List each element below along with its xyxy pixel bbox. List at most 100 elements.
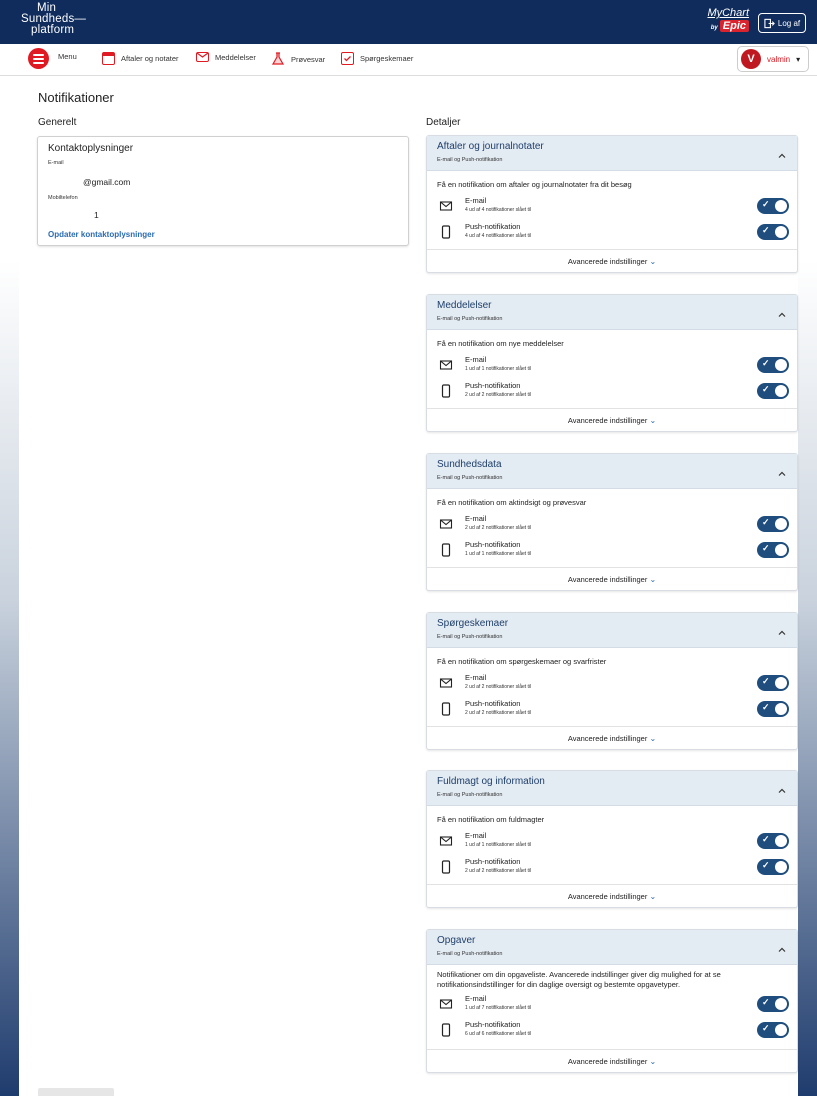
envelope-icon	[439, 517, 453, 531]
nav-item-provesvar[interactable]: Prøvesvar	[271, 52, 325, 66]
push-row-label: Push-notifikation	[465, 857, 521, 866]
advanced-settings-label: Avancerede indstillinger	[567, 892, 648, 901]
email-toggle[interactable]: ✓	[757, 516, 789, 532]
card-header[interactable]: Sundhedsdata E-mail og Push-notifikation	[427, 454, 797, 489]
advanced-settings-button[interactable]: Avancerede indstillinger ⌄	[427, 1049, 797, 1073]
nav-item-label: Aftaler og notater	[121, 54, 179, 63]
envelope-icon	[439, 358, 453, 372]
push-row-count: 2 ud af 2 notifikationer slået til	[465, 868, 532, 874]
advanced-settings-button[interactable]: Avancerede indstillinger ⌄	[427, 408, 797, 432]
email-value: @gmail.com	[83, 177, 131, 187]
check-icon: ✓	[762, 676, 770, 686]
email-row: E-mail 1 ud af 1 notifikationer slået ti…	[427, 355, 797, 379]
bottom-button[interactable]	[38, 1088, 114, 1096]
chevron-up-icon[interactable]	[777, 148, 787, 158]
push-row: Push-notifikation 2 ud af 2 notifikation…	[427, 857, 797, 881]
checklist-icon	[341, 52, 354, 65]
page-title: Notifikationer	[38, 90, 114, 105]
email-row-count: 1 ud af 1 notifikationer slået til	[465, 842, 532, 848]
chevron-down-icon: ⌄	[649, 1057, 657, 1066]
card-header[interactable]: Opgaver E-mail og Push-notifikation	[427, 930, 797, 965]
push-toggle[interactable]: ✓	[757, 542, 789, 558]
chevron-down-icon: ▾	[796, 54, 801, 64]
contact-info-card: Kontaktoplysninger E-mail @gmail.com Mob…	[37, 136, 409, 246]
phone-icon	[439, 860, 453, 874]
advanced-settings-button[interactable]: Avancerede indstillinger ⌄	[427, 567, 797, 591]
card-header[interactable]: Meddelelser E-mail og Push-notifikation	[427, 295, 797, 330]
advanced-settings-label: Avancerede indstillinger	[567, 734, 648, 743]
card-header[interactable]: Aftaler og journalnotater E-mail og Push…	[427, 136, 797, 171]
card-header[interactable]: Spørgeskemaer E-mail og Push-notifikatio…	[427, 613, 797, 648]
chevron-up-icon[interactable]	[777, 942, 787, 952]
nav-item-meddelelser[interactable]: Meddelelser	[196, 52, 256, 62]
card-description: Få en notifikation om nye meddelelser	[437, 339, 564, 348]
push-toggle[interactable]: ✓	[757, 1022, 789, 1038]
notification-card: Meddelelser E-mail og Push-notifikation …	[426, 294, 798, 432]
phone-label: Mobiltelefon	[48, 195, 78, 201]
card-subtitle: E-mail og Push-notifikation	[437, 792, 503, 798]
nav-item-spoergeskemaer[interactable]: Spørgeskemaer	[341, 52, 413, 65]
user-menu[interactable]: V valmin ▾	[737, 46, 809, 72]
push-row-count: 2 ud af 2 notifikationer slået til	[465, 710, 532, 716]
email-row-label: E-mail	[465, 196, 487, 205]
notification-card: Fuldmagt og information E-mail og Push-n…	[426, 770, 798, 908]
advanced-settings-button[interactable]: Avancerede indstillinger ⌄	[427, 249, 797, 273]
phone-icon	[439, 702, 453, 716]
push-toggle[interactable]: ✓	[757, 224, 789, 240]
email-row: E-mail 1 ud af 1 notifikationer slået ti…	[427, 831, 797, 855]
email-row-label: E-mail	[465, 514, 487, 523]
push-row: Push-notifikation 2 ud af 2 notifikation…	[427, 699, 797, 723]
email-row-label: E-mail	[465, 673, 487, 682]
avatar: V	[741, 49, 761, 69]
notification-card: Aftaler og journalnotater E-mail og Push…	[426, 135, 798, 273]
menu-button[interactable]: Menu	[58, 52, 77, 61]
platform-logo[interactable]: Min Sundheds— platform	[21, 2, 86, 36]
card-title: Opgaver	[437, 935, 476, 946]
chevron-up-icon[interactable]	[777, 466, 787, 476]
push-row-count: 4 ud af 4 notifikationer slået til	[465, 233, 532, 239]
envelope-icon	[439, 199, 453, 213]
push-row: Push-notifikation 2 ud af 2 notifikation…	[427, 381, 797, 405]
card-subtitle: E-mail og Push-notifikation	[437, 157, 503, 163]
chevron-down-icon: ⌄	[649, 575, 657, 584]
nav-item-label: Meddelelser	[215, 52, 256, 62]
general-heading: Generelt	[38, 117, 77, 128]
email-toggle[interactable]: ✓	[757, 357, 789, 373]
push-toggle[interactable]: ✓	[757, 859, 789, 875]
nav-item-label: Spørgeskemaer	[360, 54, 414, 63]
card-subtitle: E-mail og Push-notifikation	[437, 475, 503, 481]
card-title: Aftaler og journalnotater	[437, 141, 544, 152]
push-row-label: Push-notifikation	[465, 1020, 521, 1029]
email-toggle[interactable]: ✓	[757, 996, 789, 1012]
advanced-settings-button[interactable]: Avancerede indstillinger ⌄	[427, 884, 797, 908]
card-description: Notifikationer om din opgaveliste. Avanc…	[437, 970, 721, 989]
card-subtitle: E-mail og Push-notifikation	[437, 634, 503, 640]
push-row-label: Push-notifikation	[465, 699, 521, 708]
nav-item-aftaler[interactable]: Aftaler og notater	[102, 52, 179, 65]
check-icon: ✓	[762, 860, 770, 870]
mychart-epic-logo: MyChart by Epic	[703, 7, 749, 37]
chevron-up-icon[interactable]	[777, 625, 787, 635]
push-toggle[interactable]: ✓	[757, 383, 789, 399]
envelope-icon	[439, 834, 453, 848]
phone-icon	[439, 1023, 453, 1037]
top-header: Min Sundheds— platform MyChart by Epic Lo…	[0, 0, 817, 44]
logout-button[interactable]: Log af	[758, 13, 806, 33]
notification-card: Spørgeskemaer E-mail og Push-notifikatio…	[426, 612, 798, 750]
flask-icon	[271, 52, 285, 66]
chevron-up-icon[interactable]	[777, 783, 787, 793]
push-toggle[interactable]: ✓	[757, 701, 789, 717]
update-contact-link[interactable]: Opdater kontaktoplysninger	[48, 230, 155, 239]
check-icon: ✓	[762, 997, 770, 1007]
chevron-up-icon[interactable]	[777, 307, 787, 317]
card-header[interactable]: Fuldmagt og information E-mail og Push-n…	[427, 771, 797, 806]
email-toggle[interactable]: ✓	[757, 198, 789, 214]
mychart-label: MyChart	[707, 7, 749, 19]
notification-card: Opgaver E-mail og Push-notifikation Noti…	[426, 929, 798, 1073]
advanced-settings-button[interactable]: Avancerede indstillinger ⌄	[427, 726, 797, 750]
chevron-down-icon: ⌄	[649, 734, 657, 743]
email-toggle[interactable]: ✓	[757, 833, 789, 849]
email-row: E-mail 4 ud af 4 notifikationer slået ti…	[427, 196, 797, 220]
email-toggle[interactable]: ✓	[757, 675, 789, 691]
menu-icon[interactable]	[28, 48, 49, 69]
